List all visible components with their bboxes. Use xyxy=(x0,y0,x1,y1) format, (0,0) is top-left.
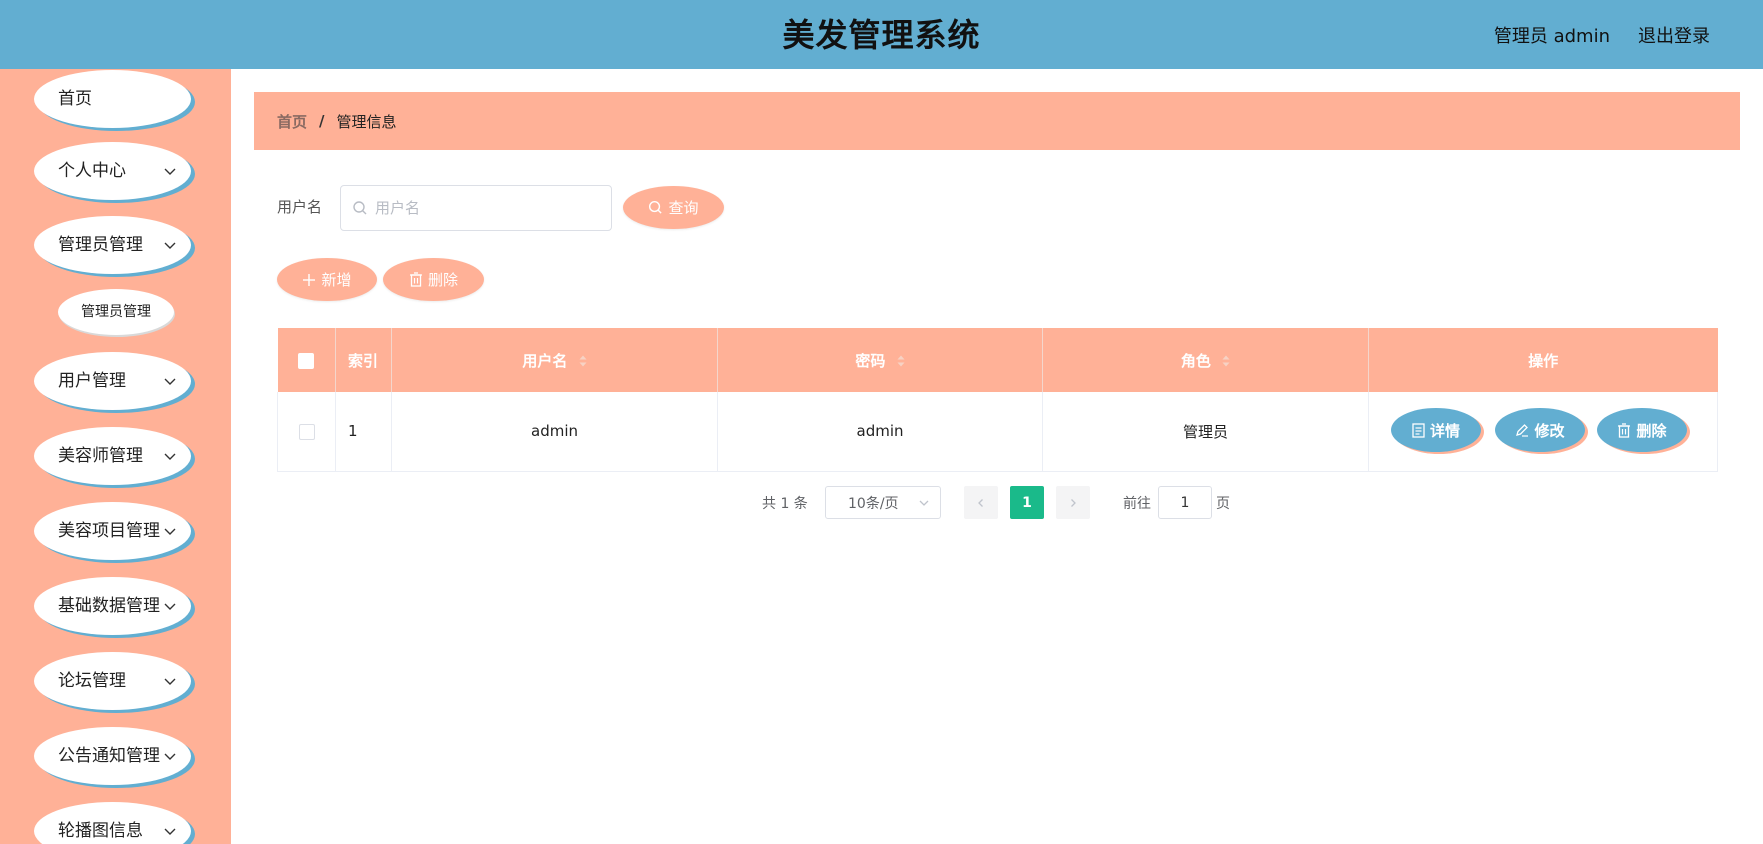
cell-index: 1 xyxy=(335,392,392,472)
goto-suffix: 页 xyxy=(1216,495,1230,512)
row-select-cell xyxy=(277,392,336,472)
sidebar-item-label: 论坛管理 xyxy=(58,671,126,691)
sidebar: 首页 个人中心 管理员管理 管理员管理 用户管理 美容师管理 美容项目管理 基础… xyxy=(0,69,231,844)
prev-page-button[interactable] xyxy=(964,486,998,519)
trash-icon xyxy=(409,272,422,287)
chevron-down-icon xyxy=(164,528,176,535)
sidebar-item-admin-management[interactable]: 管理员管理 xyxy=(34,216,191,274)
sidebar-item-carousel-info[interactable]: 轮播图信息 xyxy=(34,802,191,844)
search-icon xyxy=(649,200,663,214)
pencil-icon xyxy=(1516,424,1529,437)
page-size-select[interactable]: 10条/页 xyxy=(825,486,941,519)
app-root: 美发管理系统 管理员 admin 退出登录 首页 个人中心 管理员管理 管理员管… xyxy=(0,0,1763,844)
sidebar-subitem-label: 管理员管理 xyxy=(81,304,151,320)
column-header-username-label: 用户名 xyxy=(522,351,568,370)
chevron-down-icon xyxy=(164,242,176,249)
chevron-down-icon xyxy=(164,828,176,835)
sidebar-item-label: 轮播图信息 xyxy=(58,821,143,841)
page-number-current[interactable]: 1 xyxy=(1010,486,1044,519)
add-button-label: 新增 xyxy=(321,271,352,289)
sidebar-item-label: 个人中心 xyxy=(58,161,126,181)
plus-icon xyxy=(303,273,316,286)
sidebar-item-beautician-management[interactable]: 美容师管理 xyxy=(34,427,191,485)
cell-role: 管理员 xyxy=(1042,392,1369,472)
column-header-role[interactable]: 角色 xyxy=(1042,328,1369,392)
query-button-label: 查询 xyxy=(668,199,699,217)
next-page-button[interactable] xyxy=(1056,486,1090,519)
column-header-username[interactable]: 用户名 xyxy=(391,328,718,392)
chevron-down-icon xyxy=(164,378,176,385)
row-checkbox[interactable] xyxy=(298,423,315,440)
search-field[interactable] xyxy=(340,185,612,231)
table-row: 1 admin admin 管理员 详情 修改 删除 xyxy=(277,392,1718,472)
sidebar-item-forum-management[interactable]: 论坛管理 xyxy=(34,652,191,710)
search-label: 用户名 xyxy=(277,198,323,216)
cell-actions: 详情 修改 删除 xyxy=(1368,392,1718,472)
current-user-label: 管理员 admin xyxy=(1493,25,1610,47)
chevron-down-icon xyxy=(919,500,929,506)
pagination-total: 共 1 条 xyxy=(762,495,808,512)
chevron-left-icon xyxy=(978,498,983,507)
sidebar-item-label: 美容项目管理 xyxy=(58,521,160,541)
trash-icon xyxy=(1618,422,1631,438)
table-header-row: 索引 用户名 密码 角色 操作 xyxy=(277,328,1718,392)
column-header-actions: 操作 xyxy=(1368,328,1718,392)
cell-password: admin xyxy=(717,392,1043,472)
query-button[interactable]: 查询 xyxy=(623,186,724,229)
admin-table: 索引 用户名 密码 角色 操作 1 admin admin 管理员 详情 修改 … xyxy=(277,328,1718,472)
breadcrumb-current: 管理信息 xyxy=(336,112,397,131)
sidebar-item-label: 美容师管理 xyxy=(58,446,143,466)
detail-button[interactable]: 详情 xyxy=(1391,408,1481,452)
edit-button-label: 修改 xyxy=(1534,421,1565,440)
add-button[interactable]: 新增 xyxy=(277,258,377,301)
logout-link[interactable]: 退出登录 xyxy=(1638,22,1710,48)
breadcrumb-home[interactable]: 首页 xyxy=(277,111,307,132)
sidebar-item-user-management[interactable]: 用户管理 xyxy=(34,352,191,410)
sort-icon xyxy=(579,355,587,367)
chevron-down-icon xyxy=(164,453,176,460)
document-icon xyxy=(1412,422,1425,438)
sidebar-item-personal-center[interactable]: 个人中心 xyxy=(34,142,191,200)
sidebar-item-notice-management[interactable]: 公告通知管理 xyxy=(34,727,191,785)
select-all-checkbox[interactable] xyxy=(298,352,315,369)
column-header-password-label: 密码 xyxy=(855,351,886,370)
sidebar-item-base-data-management[interactable]: 基础数据管理 xyxy=(34,577,191,635)
sidebar-item-label: 公告通知管理 xyxy=(58,746,160,766)
column-header-index: 索引 xyxy=(335,328,392,392)
page-size-value: 10条/页 xyxy=(848,495,899,512)
chevron-right-icon xyxy=(1071,498,1076,507)
sort-icon xyxy=(1222,355,1230,367)
bulk-delete-button-label: 删除 xyxy=(427,271,458,289)
sidebar-item-label: 管理员管理 xyxy=(58,235,143,255)
search-icon xyxy=(353,201,367,215)
row-delete-button-label: 删除 xyxy=(1636,421,1667,440)
goto-page-input[interactable] xyxy=(1158,486,1212,519)
goto-prefix: 前往 xyxy=(1123,495,1151,512)
breadcrumb-separator: / xyxy=(319,112,325,130)
top-bar: 美发管理系统 管理员 admin 退出登录 xyxy=(0,0,1763,69)
sort-icon xyxy=(897,355,905,367)
search-input[interactable] xyxy=(375,186,605,230)
row-delete-button[interactable]: 删除 xyxy=(1597,408,1687,452)
sidebar-item-label: 用户管理 xyxy=(58,371,126,391)
select-all-header xyxy=(277,328,336,392)
user-area: 管理员 admin 退出登录 xyxy=(1494,0,1710,69)
sidebar-item-home[interactable]: 首页 xyxy=(34,70,191,128)
column-header-password[interactable]: 密码 xyxy=(717,328,1043,392)
detail-button-label: 详情 xyxy=(1429,421,1460,440)
chevron-down-icon xyxy=(164,678,176,685)
cell-username: admin xyxy=(391,392,718,472)
sidebar-item-beauty-project-management[interactable]: 美容项目管理 xyxy=(34,502,191,560)
chevron-down-icon xyxy=(164,603,176,610)
bulk-delete-button[interactable]: 删除 xyxy=(383,258,484,301)
column-header-role-label: 角色 xyxy=(1180,351,1211,370)
chevron-down-icon xyxy=(164,753,176,760)
sidebar-item-label: 基础数据管理 xyxy=(58,596,160,616)
sidebar-subitem-admin-management[interactable]: 管理员管理 xyxy=(58,289,174,335)
sidebar-item-label: 首页 xyxy=(58,89,92,109)
edit-button[interactable]: 修改 xyxy=(1495,408,1585,452)
chevron-down-icon xyxy=(164,168,176,175)
breadcrumb: 首页 / 管理信息 xyxy=(254,92,1740,150)
